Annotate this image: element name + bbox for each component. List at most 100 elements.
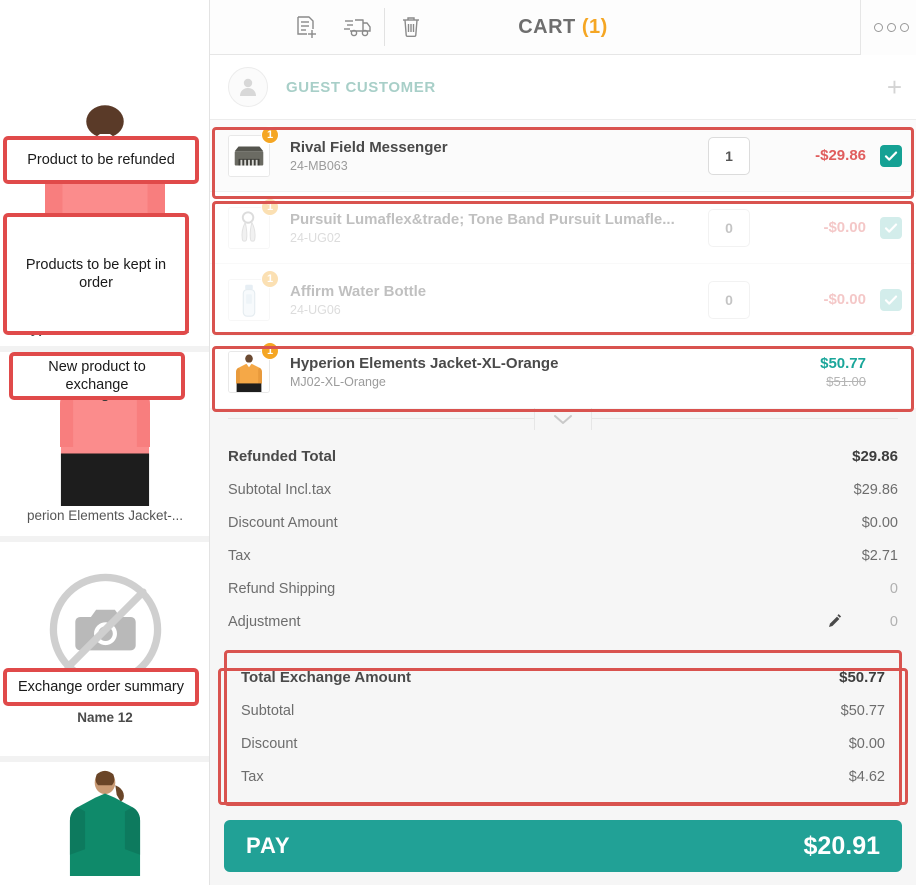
item-sku: 24-UG06 [290, 302, 341, 317]
cart-pane: CART (1) GUEST CUSTOMER + 1 Rival Field … [210, 0, 916, 885]
quantity-badge: 1 [261, 197, 279, 216]
quantity-stepper[interactable]: 1 [708, 136, 750, 175]
annotation-label-keep: Products to be kept in order [3, 213, 189, 335]
item-price: -$0.00 [823, 219, 866, 236]
total-value: $0.00 [848, 735, 885, 752]
item-text: Rival Field Messenger 24-MB063 [290, 139, 708, 173]
chevron-down-icon [554, 414, 572, 424]
trash-icon[interactable] [385, 0, 437, 55]
annotation-text: Products to be kept in order [25, 256, 167, 291]
check-icon [884, 223, 898, 233]
exchange-totals: Total Exchange Amount $50.77 Subtotal $5… [224, 650, 902, 806]
more-dots-icon [874, 23, 909, 32]
total-row: Discount Amount $0.00 [228, 506, 898, 539]
cart-body: GUEST CUSTOMER + 1 Rival Field Messenger… [210, 55, 916, 885]
item-name: Hyperion Elements Jacket-XL-Orange [290, 355, 559, 372]
total-label: Refund Shipping [228, 580, 336, 597]
item-price-col: -$0.00 [776, 219, 866, 236]
item-price: -$29.86 [815, 147, 866, 164]
collapse-bar [210, 408, 916, 430]
total-label: Adjustment [228, 613, 301, 630]
shipping-truck-icon[interactable] [332, 0, 384, 55]
green-top-image [50, 766, 160, 876]
pay-amount: $20.91 [803, 831, 880, 860]
total-row: Tax $2.71 [228, 539, 898, 572]
total-row-adjustment: Adjustment 0 [228, 605, 898, 638]
total-label: Subtotal [241, 702, 295, 719]
product-grid-panel[interactable]: Hyperion Elements Jacket perion Elements… [0, 0, 210, 885]
item-price-col: -$29.86 [776, 147, 866, 164]
pos-cart-screen: Hyperion Elements Jacket perion Elements… [0, 0, 916, 885]
total-label: Tax [228, 547, 251, 564]
item-original-price: $51.00 [826, 374, 866, 389]
product-thumbnail: 1 [228, 269, 279, 321]
annotation-label-summary: Exchange order summary [3, 668, 199, 706]
customer-row[interactable]: GUEST CUSTOMER + [210, 55, 916, 120]
total-value: $50.77 [840, 702, 885, 719]
item-text: Hyperion Elements Jacket-XL-Orange MJ02-… [290, 355, 776, 389]
refunded-total-row: Refunded Total $29.86 [228, 440, 898, 473]
total-label: Discount Amount [228, 514, 338, 531]
total-row: Subtotal $50.77 [231, 694, 895, 727]
annotation-text: New product to exchange [48, 358, 146, 393]
exchange-total-value: $50.77 [839, 669, 885, 686]
pay-label: PAY [246, 833, 291, 858]
item-checkbox[interactable] [880, 144, 902, 167]
orange-jacket-image [229, 352, 269, 392]
exchange-total-label: Total Exchange Amount [241, 669, 412, 686]
total-value: 0 [889, 580, 898, 597]
item-price-col: -$0.00 [776, 291, 866, 308]
edit-adjustment-icon[interactable] [827, 614, 842, 629]
customer-name: GUEST CUSTOMER [286, 78, 436, 96]
product-thumbnail: 1 [228, 125, 279, 177]
check-icon [884, 295, 898, 305]
table-row[interactable]: 1 Rival Field Messenger 24-MB063 1 -$29.… [210, 120, 916, 192]
quantity-badge: 1 [261, 125, 279, 144]
refunded-total-value: $29.86 [852, 448, 898, 465]
item-price: -$0.00 [823, 291, 866, 308]
total-value: $0.00 [861, 514, 898, 531]
annotation-label-refund: Product to be refunded [3, 136, 199, 184]
table-row[interactable]: 1 Affirm Water Bottle 24-UG06 0 -$0.00 [210, 264, 916, 336]
item-checkbox[interactable] [880, 288, 902, 311]
new-order-icon[interactable] [280, 0, 332, 55]
collapse-toggle[interactable] [534, 408, 592, 430]
cart-item-count: (1) [581, 15, 608, 38]
item-name: Rival Field Messenger [290, 138, 448, 156]
refund-totals: Refunded Total $29.86 Subtotal Incl.tax … [210, 430, 916, 638]
product-name: perion Elements Jacket-... [26, 508, 184, 523]
item-sku: MJ02-XL-Orange [290, 375, 386, 389]
annotation-text: Product to be refunded [27, 151, 175, 168]
item-price: $50.77 [820, 355, 866, 372]
refunded-total-label: Refunded Total [228, 448, 337, 465]
item-sku: 24-MB063 [290, 158, 348, 173]
more-options-button[interactable] [860, 0, 916, 55]
quantity-stepper[interactable]: 0 [708, 280, 750, 319]
cart-header: CART (1) [210, 0, 916, 55]
total-value: $29.86 [853, 481, 898, 498]
product-name: Name 12 [77, 710, 133, 725]
total-label: Subtotal Incl.tax [228, 481, 332, 498]
check-icon [884, 151, 898, 161]
add-customer-button[interactable]: + [887, 74, 902, 100]
cart-title-text: CART [518, 15, 576, 38]
product-thumbnail: 1 [228, 197, 279, 249]
table-row[interactable]: 1 Pursuit Lumaflex&trade; Tone Band Purs… [210, 192, 916, 264]
total-label: Tax [241, 768, 264, 785]
item-name: Affirm Water Bottle [290, 282, 427, 300]
total-row: Discount $0.00 [231, 727, 895, 760]
item-checkbox[interactable] [880, 216, 902, 239]
pencil-icon [829, 614, 842, 627]
product-card[interactable] [0, 762, 209, 885]
item-sku: 24-UG02 [290, 230, 341, 245]
table-row[interactable]: 1 Hyperion Elements Jacket-XL-Orange MJ0… [210, 336, 916, 408]
avatar [228, 67, 268, 107]
quantity-stepper[interactable]: 0 [708, 208, 750, 247]
quantity-badge: 1 [261, 269, 279, 288]
cart-item-group-keep: 1 Pursuit Lumaflex&trade; Tone Band Purs… [210, 192, 916, 336]
item-price-col: $50.77 $51.00 [776, 355, 866, 389]
item-text: Pursuit Lumaflex&trade; Tone Band Pursui… [290, 211, 708, 245]
quantity-badge: 1 [261, 342, 279, 360]
product-card[interactable]: Name 12 [0, 542, 209, 762]
pay-button[interactable]: PAY $20.91 [224, 820, 902, 872]
